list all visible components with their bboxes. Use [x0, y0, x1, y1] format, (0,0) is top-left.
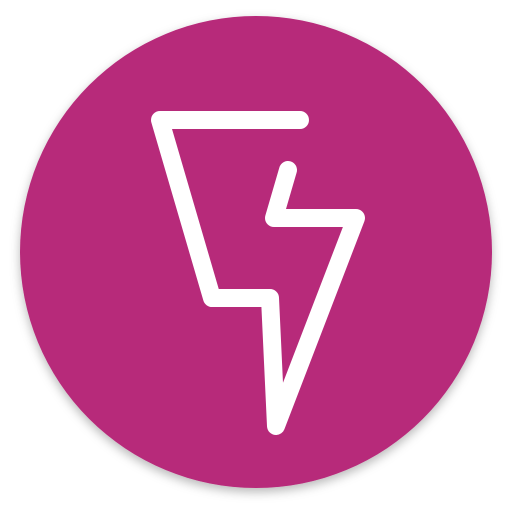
app-icon-canvas — [0, 0, 512, 512]
app-icon[interactable] — [0, 0, 512, 512]
app-icon-graphic — [20, 16, 492, 488]
icon-badge-circle — [20, 16, 492, 488]
